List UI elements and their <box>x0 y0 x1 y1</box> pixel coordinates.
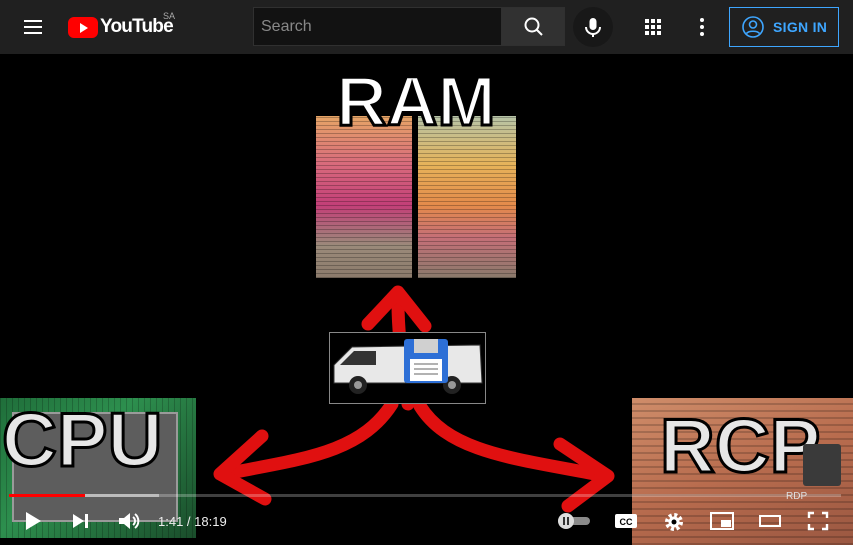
autoplay-toggle[interactable] <box>556 512 592 530</box>
captions-button[interactable]: CC <box>614 512 638 530</box>
sign-in-button[interactable]: SIGN IN <box>729 7 839 47</box>
settings-button[interactable] <box>662 510 686 534</box>
red-arrows-graphic <box>213 285 615 513</box>
volume-icon <box>119 513 140 529</box>
account-icon <box>742 16 764 38</box>
sign-in-label: SIGN IN <box>773 19 828 35</box>
region-code: SA <box>163 11 176 21</box>
settings-icon <box>665 513 683 531</box>
apps-button[interactable] <box>637 11 669 43</box>
van-icon <box>330 333 485 403</box>
van-floppy-image <box>329 332 486 404</box>
search-input[interactable] <box>254 8 501 45</box>
fullscreen-button[interactable] <box>806 510 830 532</box>
voice-search-button[interactable] <box>573 7 613 47</box>
top-bar: YouTube SA Search SIGN IN <box>0 0 853 54</box>
miniplayer-button[interactable] <box>709 511 735 531</box>
next-icon <box>73 514 88 528</box>
captions-icon: CC <box>615 514 637 528</box>
played-bar <box>9 494 85 497</box>
play-button[interactable] <box>22 510 44 532</box>
video-player[interactable]: RAM CPU RCP RDP 1:41 / 18:19 CC <box>0 54 853 545</box>
menu-icon[interactable] <box>16 13 50 41</box>
apps-icon <box>645 19 661 35</box>
search-box <box>253 7 502 46</box>
more-options-button[interactable] <box>686 11 718 43</box>
youtube-logo[interactable]: YouTube <box>68 14 174 40</box>
fullscreen-icon <box>807 511 829 531</box>
autoplay-toggle-icon <box>558 513 590 529</box>
svg-text:CC: CC <box>620 517 633 527</box>
mic-icon <box>585 18 601 37</box>
search-button[interactable] <box>501 7 565 46</box>
youtube-play-icon <box>68 16 98 38</box>
theater-mode-button[interactable] <box>758 512 782 530</box>
progress-bar[interactable] <box>9 494 841 497</box>
more-vert-icon <box>700 18 704 36</box>
miniplayer-icon <box>710 512 734 530</box>
time-display: 1:41 / 18:19 <box>158 514 227 529</box>
mute-button[interactable] <box>117 510 141 532</box>
theater-icon <box>759 515 781 527</box>
next-button[interactable] <box>70 510 92 532</box>
logo-text: YouTube <box>100 16 174 37</box>
play-icon <box>26 512 41 530</box>
search-icon <box>524 17 543 36</box>
